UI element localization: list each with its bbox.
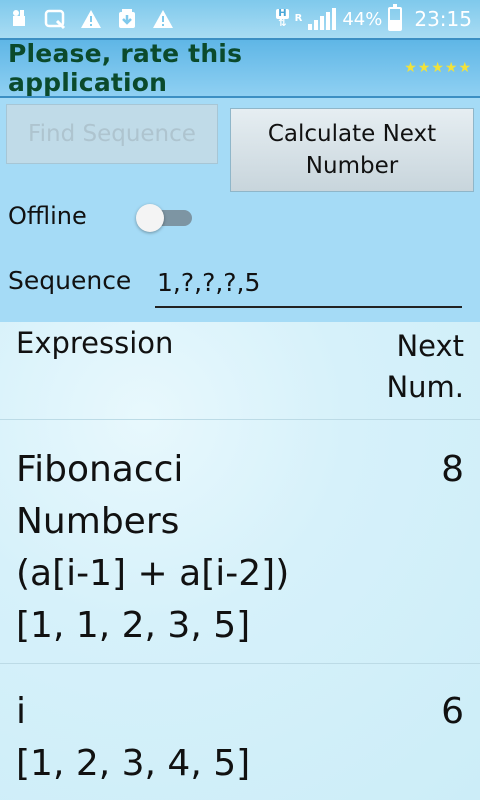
usb-icon xyxy=(8,8,30,30)
sequence-input[interactable] xyxy=(155,258,462,308)
roaming-badge: R xyxy=(294,13,303,24)
offline-label: Offline xyxy=(8,202,87,230)
result-expression: Fibonacci Numbers (a[i-1] + a[i-2]) [1, … xyxy=(16,449,290,646)
network-type-badge: H ⇅ xyxy=(276,8,289,29)
result-next-number: 6 xyxy=(441,691,464,732)
find-sequence-button[interactable]: Find Sequence xyxy=(6,104,218,164)
results-header: Expression Next Num. xyxy=(0,322,480,420)
calculate-label-line1: Calculate Next xyxy=(267,120,437,147)
toggle-knob xyxy=(136,204,164,232)
rate-app-banner[interactable]: Please, rate this application ★★★★★ xyxy=(0,38,480,98)
screen-capture-icon xyxy=(44,8,66,30)
expression-column-header: Expression xyxy=(16,326,174,360)
signal-icon xyxy=(308,8,337,30)
warning-icon xyxy=(152,8,174,30)
status-bar: H ⇅ R 44% 23:15 xyxy=(0,0,480,38)
star-icon: ★★★★★ xyxy=(404,60,472,76)
sequence-label: Sequence xyxy=(8,266,132,295)
results-list[interactable]: Expression Next Num. Fibonacci Numbers (… xyxy=(0,322,480,800)
calculate-label-line2: Number xyxy=(305,153,399,179)
result-expression: i [1, 2, 3, 4, 5] xyxy=(16,691,251,784)
result-row-linear[interactable]: i [1, 2, 3, 4, 5] 6 xyxy=(0,664,480,800)
calculate-next-number-button[interactable]: Calculate Next Number xyxy=(230,108,474,192)
result-next-number: 8 xyxy=(441,449,464,490)
download-icon xyxy=(116,8,138,30)
find-sequence-label: Find Sequence xyxy=(28,120,196,147)
offline-toggle[interactable] xyxy=(136,204,194,232)
warning-icon xyxy=(80,8,102,30)
rate-app-text: Please, rate this application xyxy=(8,39,243,97)
result-row-fibonacci[interactable]: Fibonacci Numbers (a[i-1] + a[i-2]) [1, … xyxy=(0,420,480,664)
battery-icon xyxy=(388,4,403,31)
clock: 23:15 xyxy=(414,7,472,31)
next-number-column-header: Next Num. xyxy=(386,329,464,404)
controls-panel: Find Sequence Calculate Next Number Offl… xyxy=(0,98,480,322)
battery-percent: 44% xyxy=(342,8,383,30)
